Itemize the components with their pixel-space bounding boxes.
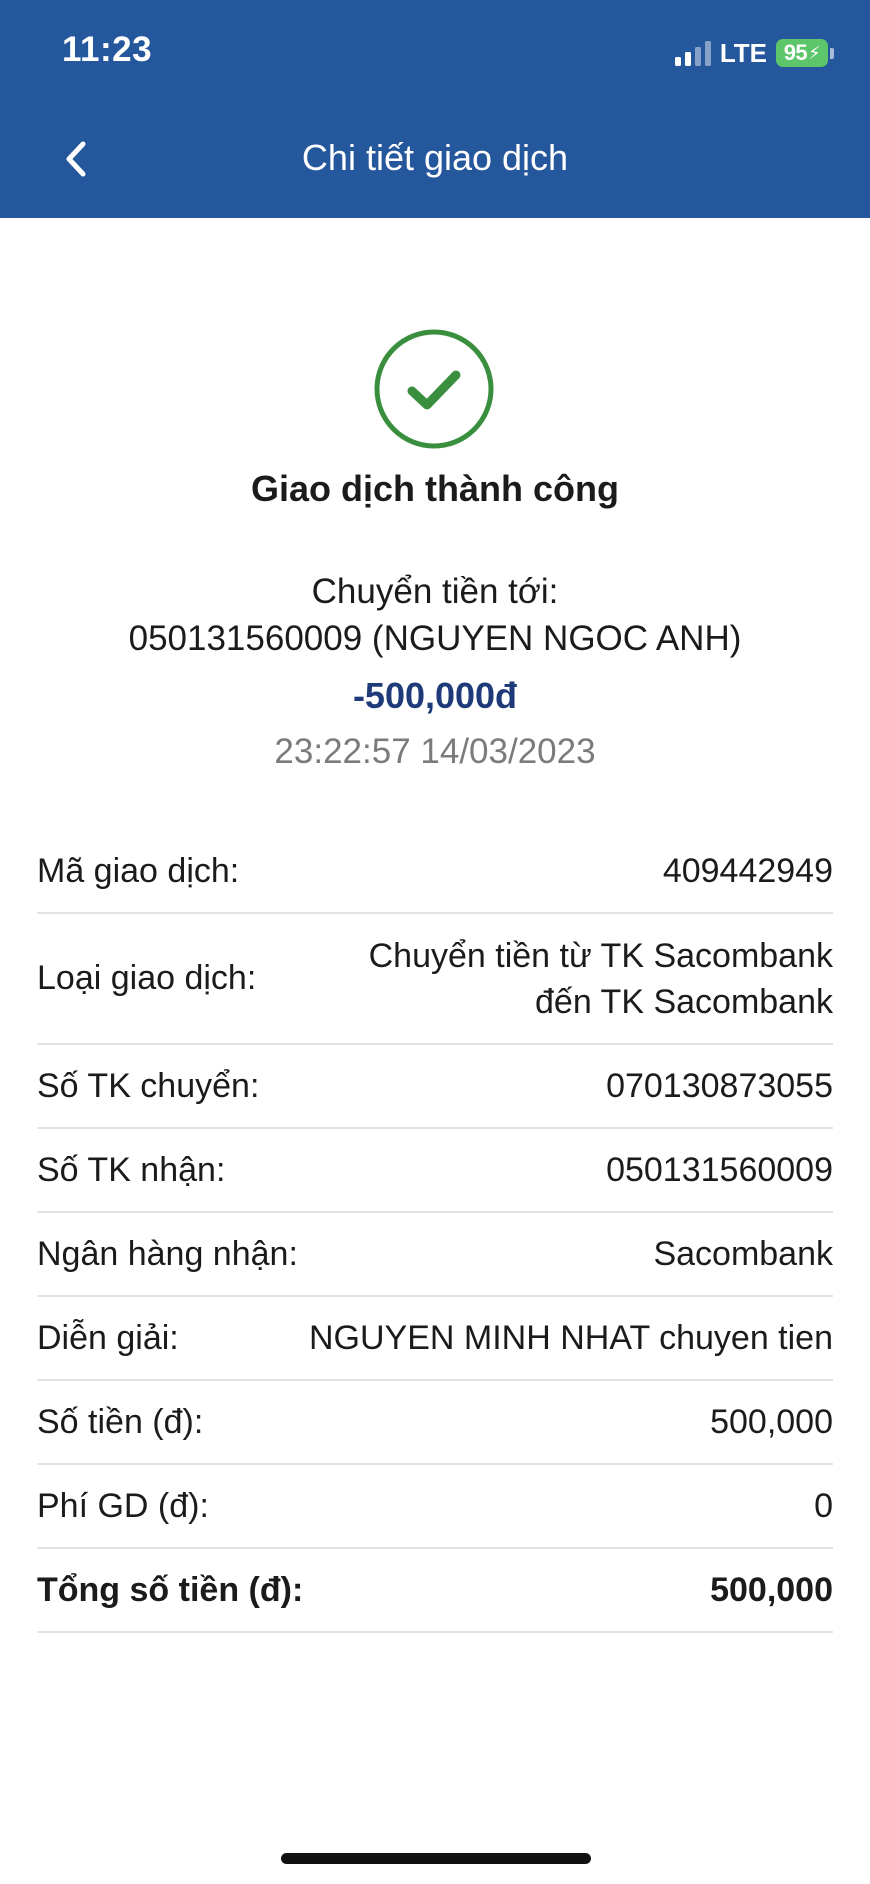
detail-row-amount: Số tiền (đ): 500,000 — [37, 1381, 833, 1465]
detail-label: Tổng số tiền (đ): — [37, 1570, 304, 1609]
signal-icon — [674, 40, 711, 66]
detail-row-receiving-bank: Ngân hàng nhận: Sacombank — [37, 1213, 833, 1297]
detail-label: Số TK chuyển: — [37, 1066, 260, 1105]
detail-value: Chuyển tiền từ TK Sacombank đến TK Sacom… — [369, 933, 833, 1025]
detail-label: Số TK nhận: — [37, 1150, 226, 1189]
detail-row-total: Tổng số tiền (đ): 500,000 — [37, 1549, 833, 1633]
detail-value: 050131560009 — [606, 1150, 833, 1189]
detail-row-transaction-type: Loại giao dịch: Chuyển tiền từ TK Sacomb… — [37, 914, 833, 1045]
detail-value: 070130873055 — [606, 1066, 833, 1105]
detail-row-transaction-id: Mã giao dịch: 409442949 — [37, 830, 833, 914]
detail-value: 500,000 — [710, 1570, 833, 1609]
home-indicator[interactable] — [281, 1853, 591, 1864]
status-indicators: LTE 95 ⚡ — [674, 36, 834, 70]
app-header: 11:23 LTE 95 ⚡ Chi tiết giao dịch — [0, 0, 870, 218]
detail-label: Mã giao dịch: — [37, 851, 240, 890]
detail-value: Sacombank — [653, 1234, 833, 1273]
detail-row-destination-account: Số TK nhận: 050131560009 — [37, 1129, 833, 1213]
detail-value: NGUYEN MINH NHAT chuyen tien — [309, 1318, 833, 1357]
detail-row-fee: Phí GD (đ): 0 — [37, 1465, 833, 1549]
detail-label: Ngân hàng nhận: — [37, 1234, 298, 1273]
transfer-label: Chuyển tiền tới: — [311, 572, 559, 611]
detail-label: Loại giao dịch: — [37, 959, 257, 997]
detail-value-line: đến TK Sacombank — [535, 982, 833, 1021]
detail-value: 500,000 — [710, 1402, 833, 1441]
transaction-details: Mã giao dịch: 409442949 Loại giao dịch: … — [37, 830, 833, 1633]
transaction-timestamp: 23:22:57 14/03/2023 — [274, 732, 596, 771]
detail-value-line: Chuyển tiền từ TK Sacombank — [368, 936, 833, 975]
recipient-account: 050131560009 (NGUYEN NGOC ANH) — [128, 619, 742, 658]
page-title: Chi tiết giao dịch — [301, 137, 569, 178]
transaction-amount: -500,000đ — [352, 675, 518, 716]
detail-row-description: Diễn giải: NGUYEN MINH NHAT chuyen tien — [37, 1297, 833, 1381]
battery-level: 95 — [783, 40, 808, 65]
result-title: Giao dịch thành công — [251, 468, 619, 509]
status-time: 11:23 — [62, 30, 153, 69]
detail-label: Diễn giải: — [37, 1318, 179, 1357]
check-circle-icon — [374, 329, 494, 449]
battery-icon: 95 ⚡ — [776, 39, 834, 67]
detail-value: 0 — [814, 1486, 833, 1525]
network-type: LTE — [719, 37, 767, 68]
detail-value: 409442949 — [662, 851, 833, 890]
detail-row-source-account: Số TK chuyển: 070130873055 — [37, 1045, 833, 1129]
detail-label: Phí GD (đ): — [37, 1486, 209, 1525]
detail-label: Số tiền (đ): — [37, 1402, 204, 1441]
